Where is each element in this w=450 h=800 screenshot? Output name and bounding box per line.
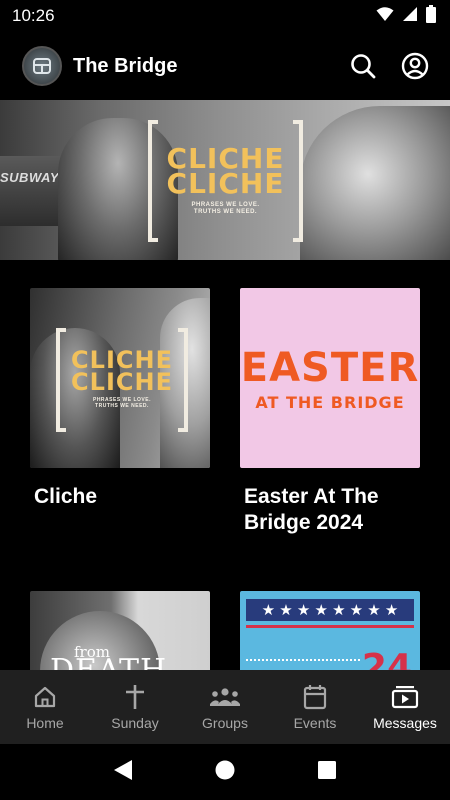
bracket-left [148, 120, 158, 242]
series-title[interactable]: Cliche [30, 484, 210, 510]
thumbnail-brand-word-2: CLICHE [71, 367, 173, 396]
banner-tagline-1: PHRASES WE LOVE. [191, 202, 260, 209]
status-icons [376, 4, 436, 28]
back-icon[interactable] [113, 759, 133, 786]
nav-label-groups: Groups [202, 715, 248, 731]
thumbnail-dotted-line [246, 659, 360, 665]
thumbnail-red-stripe [246, 625, 414, 628]
featured-banner[interactable]: SUBWAY CLICHE CLICHE PHRASES WE LOVE. TR… [0, 100, 450, 260]
series-title[interactable]: Easter At The Bridge 2024 [240, 484, 420, 536]
thumbnail-cliche-logo: CLICHE CLICHE PHRASES WE LOVE. TRUTHS WE… [56, 328, 188, 432]
account-circle-icon [401, 52, 429, 80]
nav-item-groups[interactable]: Groups [180, 670, 270, 744]
thumbnail-stars: ★ ★ ★ ★ ★ ★ ★ ★ [246, 599, 414, 621]
bracket-right [293, 120, 303, 242]
series-thumbnail[interactable]: CLICHE CLICHE PHRASES WE LOVE. TRUTHS WE… [30, 288, 210, 468]
search-button[interactable] [344, 47, 382, 85]
nav-label-home: Home [26, 715, 64, 731]
bracket-left [56, 328, 66, 432]
groups-icon [209, 683, 241, 711]
nav-item-sunday[interactable]: Sunday [90, 670, 180, 744]
calendar-icon [303, 683, 327, 711]
home-icon [33, 683, 57, 711]
thumbnail-easter-subtitle: AT THE BRIDGE [255, 392, 405, 412]
recents-square-icon[interactable] [317, 760, 337, 785]
system-navigation-bar [0, 744, 450, 800]
thumbnail-tagline-2: TRUTHS WE NEED. [95, 403, 149, 410]
banner-brand-word-2: CLICHE [166, 167, 285, 201]
bridge-logo-icon [33, 58, 51, 74]
nav-label-messages: Messages [373, 715, 437, 731]
signal-icon [402, 6, 418, 27]
status-time: 10:26 [12, 6, 55, 25]
bottom-navigation: Home Sunday Groups Events Messages [0, 670, 450, 744]
series-card[interactable]: EASTER AT THE BRIDGE Easter At The Bridg… [240, 288, 420, 536]
cross-icon [124, 683, 146, 711]
app-bar: The Bridge [0, 32, 450, 100]
status-bar: 10:26 [0, 0, 450, 32]
app-title: The Bridge [73, 54, 178, 77]
nav-label-events: Events [293, 715, 337, 731]
search-icon [351, 54, 376, 79]
nav-item-events[interactable]: Events [270, 670, 360, 744]
banner-person-right [300, 106, 450, 260]
home-circle-icon[interactable] [215, 760, 235, 785]
nav-label-sunday: Sunday [111, 715, 159, 731]
church-logo[interactable] [22, 46, 62, 86]
nav-item-messages[interactable]: Messages [360, 670, 450, 744]
series-card[interactable]: CLICHE CLICHE PHRASES WE LOVE. TRUTHS WE… [30, 288, 210, 510]
nav-item-home[interactable]: Home [0, 670, 90, 744]
account-button[interactable] [396, 47, 434, 85]
battery-icon [426, 4, 436, 28]
thumbnail-easter-word: EASTER [240, 344, 420, 391]
bracket-right [178, 328, 188, 432]
play-folder-icon [391, 683, 419, 711]
wifi-icon [376, 6, 394, 27]
banner-tagline-2: TRUTHS WE NEED. [193, 209, 258, 216]
banner-cliche-logo: CLICHE CLICHE PHRASES WE LOVE. TRUTHS WE… [148, 120, 303, 242]
series-thumbnail[interactable]: EASTER AT THE BRIDGE [240, 288, 420, 468]
